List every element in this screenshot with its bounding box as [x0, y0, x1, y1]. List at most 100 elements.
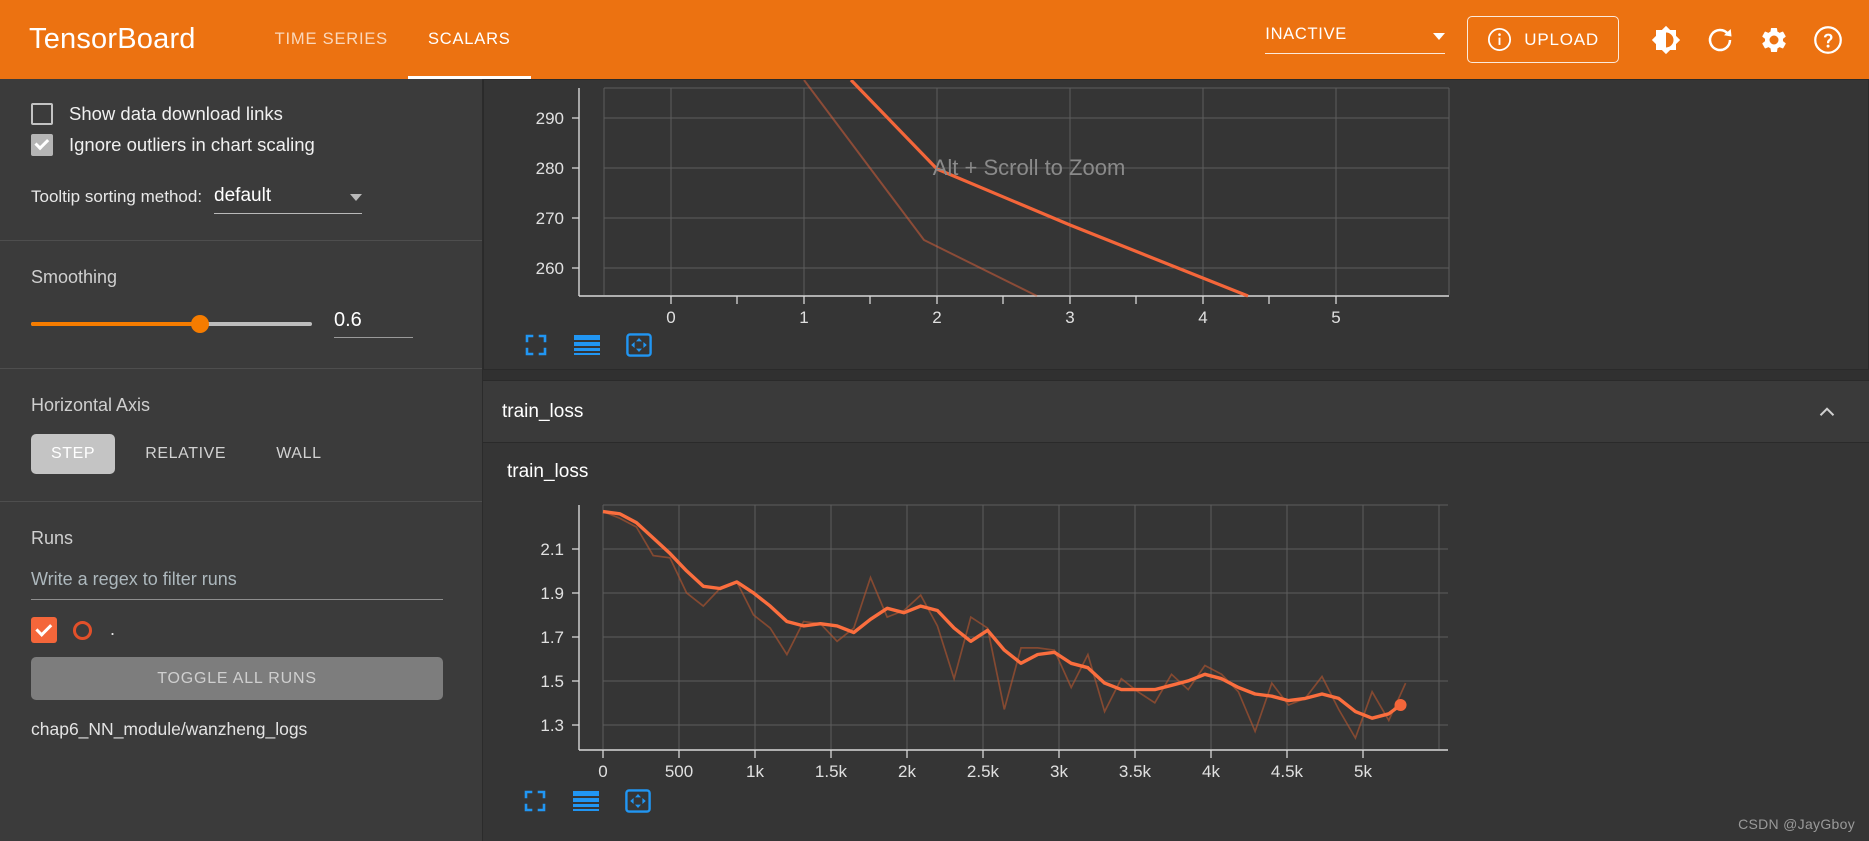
smoothing-value-input[interactable]: 0.6: [334, 309, 413, 338]
tooltip-sorting-select[interactable]: default: [214, 185, 363, 214]
top-chart-xtick: 1: [799, 308, 808, 325]
tab-time-series[interactable]: TIME SERIES: [255, 0, 408, 79]
train-loss-last-point: [1394, 699, 1407, 712]
train-loss-series-smoothed: [602, 509, 1402, 720]
axis-option-step[interactable]: STEP: [31, 434, 116, 474]
show-download-links-label: Show data download links: [69, 103, 283, 124]
app-header: TensorBoard TIME SERIES SCALARS INACTIVE…: [0, 0, 1869, 79]
smoothing-title: Smoothing: [31, 267, 118, 287]
ignore-outliers-checkbox[interactable]: [31, 134, 53, 156]
fit-domain-icon[interactable]: [625, 789, 651, 813]
train-loss-ytick: 2.1: [540, 540, 564, 559]
horizontal-axis-section: Horizontal Axis STEP RELATIVE WALL: [0, 369, 482, 501]
alt-scroll-zoom-hint: Alt + Scroll to Zoom: [933, 155, 1126, 180]
train-loss-ytick: 1.5: [540, 672, 564, 691]
show-download-links-checkbox-row[interactable]: Show data download links: [31, 103, 451, 125]
top-chart-xtick: 0: [666, 308, 675, 325]
tooltip-sorting-row: Tooltip sorting method: default: [31, 185, 451, 214]
ignore-outliers-label: Ignore outliers in chart scaling: [69, 134, 315, 155]
tensorboard-app: TensorBoard TIME SERIES SCALARS INACTIVE…: [0, 0, 1869, 841]
train-loss-xtick: 3.5k: [1119, 762, 1152, 781]
settings-sidebar: Show data download links Ignore outliers…: [0, 79, 483, 841]
brightness-icon[interactable]: [1639, 13, 1693, 67]
info-icon: [1487, 27, 1512, 52]
upload-button-label: UPLOAD: [1524, 29, 1599, 49]
run-color-swatch-icon: [73, 620, 92, 640]
toggle-ylog-icon[interactable]: [572, 790, 600, 812]
help-icon[interactable]: [1801, 13, 1855, 67]
toggle-ylog-icon[interactable]: [573, 334, 601, 356]
train-loss-plot[interactable]: 2.1 1.9 1.7 1.5 1.3 0 500 1k 1.5k 2k 2.5…: [483, 487, 1869, 787]
run-toggle-row: .: [31, 617, 451, 643]
chart-title: train_loss: [507, 461, 589, 482]
refresh-icon[interactable]: [1693, 13, 1747, 67]
train-loss-xtick: 1.5k: [815, 762, 848, 781]
top-chart-xtick: 4: [1198, 308, 1207, 325]
chevron-down-icon: [1433, 33, 1446, 40]
run-filter-input[interactable]: Write a regex to filter runs: [31, 569, 443, 600]
train-loss-xtick: 2k: [898, 762, 916, 781]
show-download-links-checkbox[interactable]: [31, 103, 53, 125]
chart-card-top: 290 280 270 260 0 1 2 3 4 5 Alt + Scroll…: [483, 79, 1869, 370]
train-loss-xtick: 4.5k: [1271, 762, 1304, 781]
top-chart-ytick: 280: [536, 159, 564, 178]
tooltip-sorting-value: default: [214, 185, 272, 206]
expand-fullscreen-icon[interactable]: [524, 333, 548, 357]
main-tabs: TIME SERIES SCALARS: [255, 0, 531, 79]
train-loss-series-raw: [602, 510, 1407, 740]
settings-gear-icon[interactable]: [1747, 13, 1801, 67]
train-loss-xtick: 2.5k: [967, 762, 1000, 781]
upload-button[interactable]: UPLOAD: [1467, 16, 1619, 63]
chevron-up-icon[interactable]: [1814, 399, 1840, 425]
fit-domain-icon[interactable]: [626, 333, 652, 357]
ignore-outliers-checkbox-row[interactable]: Ignore outliers in chart scaling: [31, 134, 451, 156]
smoothing-slider-thumb[interactable]: [190, 314, 209, 333]
run-item-label: .: [110, 619, 116, 640]
top-chart-plot[interactable]: 290 280 270 260 0 1 2 3 4 5 Alt + Scroll…: [484, 80, 1869, 325]
top-chart-xtick: 3: [1065, 308, 1074, 325]
top-chart-ytick: 270: [536, 209, 564, 228]
display-options-section: Show data download links Ignore outliers…: [0, 79, 482, 240]
train-loss-xtick: 5k: [1354, 762, 1372, 781]
smoothing-slider[interactable]: [31, 314, 312, 333]
section-title: train_loss: [502, 400, 584, 422]
run-enabled-checkbox[interactable]: [31, 617, 57, 643]
smoothing-section: Smoothing 0.6: [0, 241, 482, 368]
train-loss-ytick: 1.9: [540, 584, 564, 603]
tooltip-sorting-label: Tooltip sorting method:: [31, 187, 203, 206]
train-loss-ytick: 1.3: [540, 716, 564, 735]
chart-card-train-loss: train_loss 2.1 1.9 1.7 1.5 1.3 0 500 1k …: [483, 443, 1869, 841]
top-chart-xtick: 5: [1331, 308, 1340, 325]
run-state-value: INACTIVE: [1265, 25, 1347, 43]
expand-fullscreen-icon[interactable]: [523, 789, 547, 813]
horizontal-axis-options: STEP RELATIVE WALL: [31, 434, 451, 474]
train-loss-ytick: 1.7: [540, 628, 564, 647]
top-chart-ytick: 290: [536, 109, 564, 128]
top-chart-series-smoothed: [849, 80, 1249, 298]
axis-option-wall[interactable]: WALL: [256, 434, 341, 474]
top-chart-ytick: 260: [536, 259, 564, 278]
top-chart-series-raw: [803, 80, 1038, 297]
horizontal-axis-title: Horizontal Axis: [31, 395, 151, 415]
train-loss-xtick: 500: [665, 762, 693, 781]
toggle-all-runs-button[interactable]: TOGGLE ALL RUNS: [31, 657, 443, 700]
app-title: TensorBoard: [29, 23, 196, 55]
train-loss-xtick: 0: [598, 762, 607, 781]
scalars-content: 290 280 270 260 0 1 2 3 4 5 Alt + Scroll…: [483, 79, 1869, 841]
runs-title: Runs: [31, 528, 74, 548]
chevron-down-icon: [350, 194, 363, 201]
train-loss-xtick: 1k: [746, 762, 764, 781]
run-state-dropdown[interactable]: INACTIVE: [1265, 25, 1446, 54]
top-chart-toolbar: [484, 333, 1868, 357]
axis-option-relative[interactable]: RELATIVE: [125, 434, 246, 474]
runs-section: Runs Write a regex to filter runs . TOGG…: [0, 502, 482, 740]
train-loss-xtick: 3k: [1050, 762, 1068, 781]
watermark: CSDN @JayGboy: [1738, 816, 1855, 832]
top-chart-xtick: 2: [932, 308, 941, 325]
train-loss-xtick: 4k: [1202, 762, 1220, 781]
train-loss-chart-toolbar: [483, 789, 1869, 813]
tab-scalars[interactable]: SCALARS: [407, 0, 531, 79]
header-actions: INACTIVE UPLOAD: [1265, 0, 1869, 79]
smoothing-slider-row: 0.6: [31, 309, 451, 338]
section-header-train-loss[interactable]: train_loss: [483, 380, 1869, 443]
